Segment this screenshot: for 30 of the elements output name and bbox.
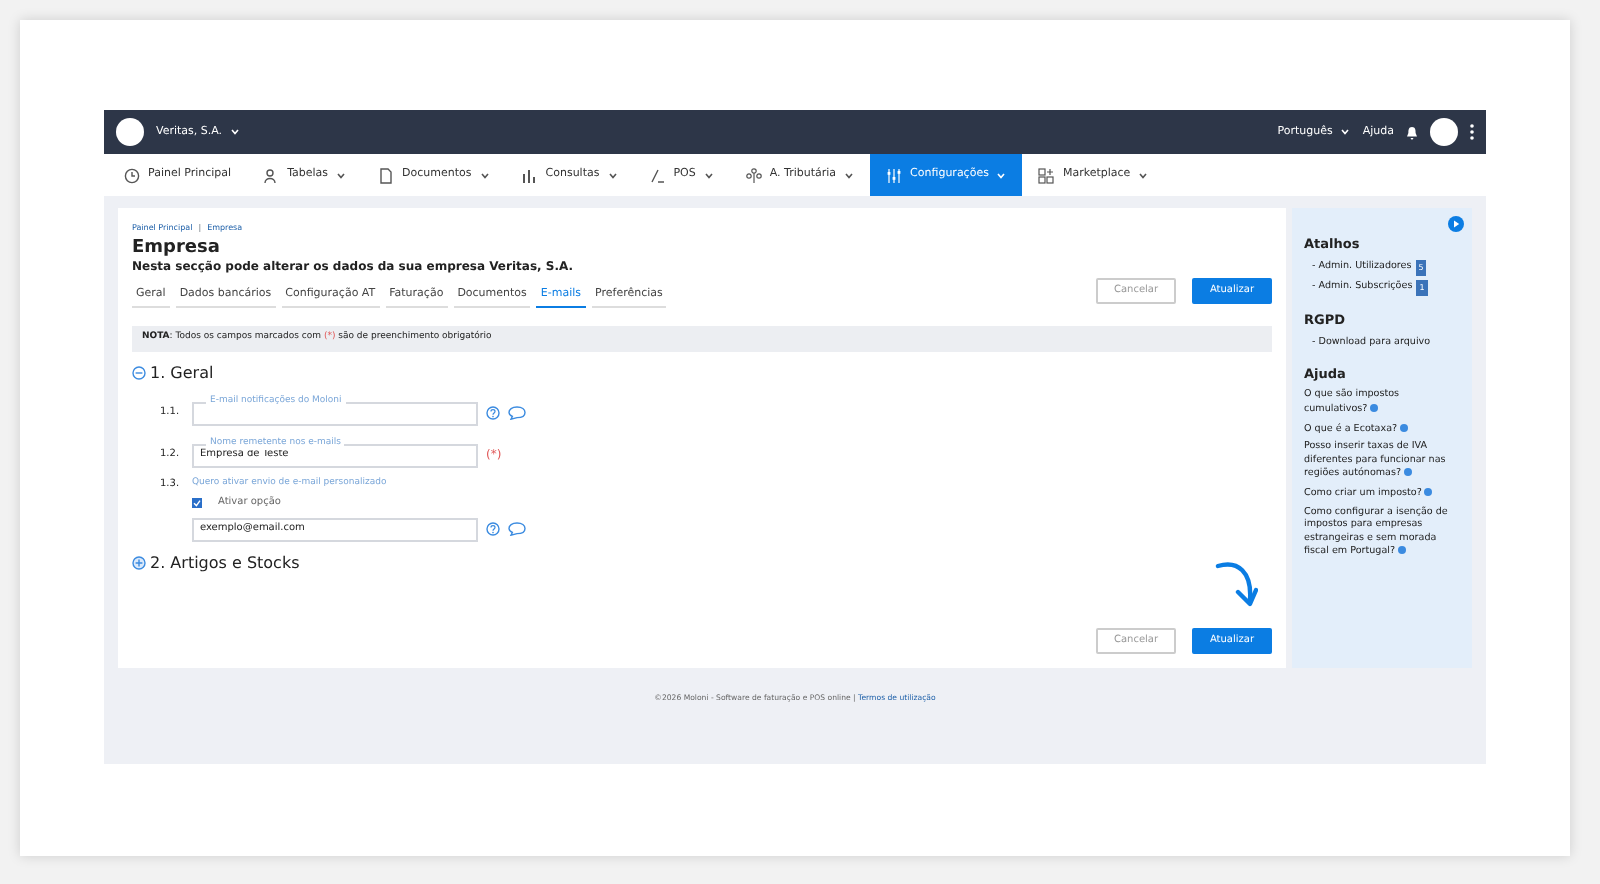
help-icon[interactable]	[486, 522, 500, 537]
info-icon[interactable]	[1398, 546, 1407, 555]
document-icon	[378, 167, 395, 183]
info-icon[interactable]	[1404, 468, 1413, 477]
network-icon	[745, 167, 762, 183]
collapse-icon[interactable]	[132, 366, 146, 381]
caret-icon	[230, 128, 241, 136]
caret-icon	[1340, 128, 1351, 136]
info-icon[interactable]	[1400, 423, 1409, 432]
bar-chart-icon	[521, 167, 538, 183]
users-icon	[263, 167, 280, 183]
curved-arrow-drawing	[1214, 560, 1258, 612]
clock-icon	[124, 167, 140, 183]
chat-icon[interactable]	[508, 522, 526, 537]
chat-icon[interactable]	[508, 406, 526, 421]
play-icon[interactable]	[1448, 216, 1464, 232]
apps-icon	[1038, 167, 1055, 183]
checkbox-checked[interactable]	[192, 498, 202, 509]
info-icon[interactable]	[1370, 403, 1379, 412]
help-icon[interactable]	[486, 406, 500, 421]
pen-icon	[649, 167, 666, 183]
section-title: 2. Artigos e Stocks	[150, 551, 300, 576]
avatar-icon[interactable]	[1430, 118, 1458, 146]
section-title: 1. Geral	[150, 361, 214, 386]
info-icon[interactable]	[1424, 488, 1433, 497]
bell-icon[interactable]	[1406, 125, 1418, 139]
sliders-icon	[886, 167, 903, 183]
expand-icon[interactable]	[132, 556, 146, 571]
company-logo-icon	[116, 118, 144, 146]
page-title: Empresa	[132, 240, 222, 260]
